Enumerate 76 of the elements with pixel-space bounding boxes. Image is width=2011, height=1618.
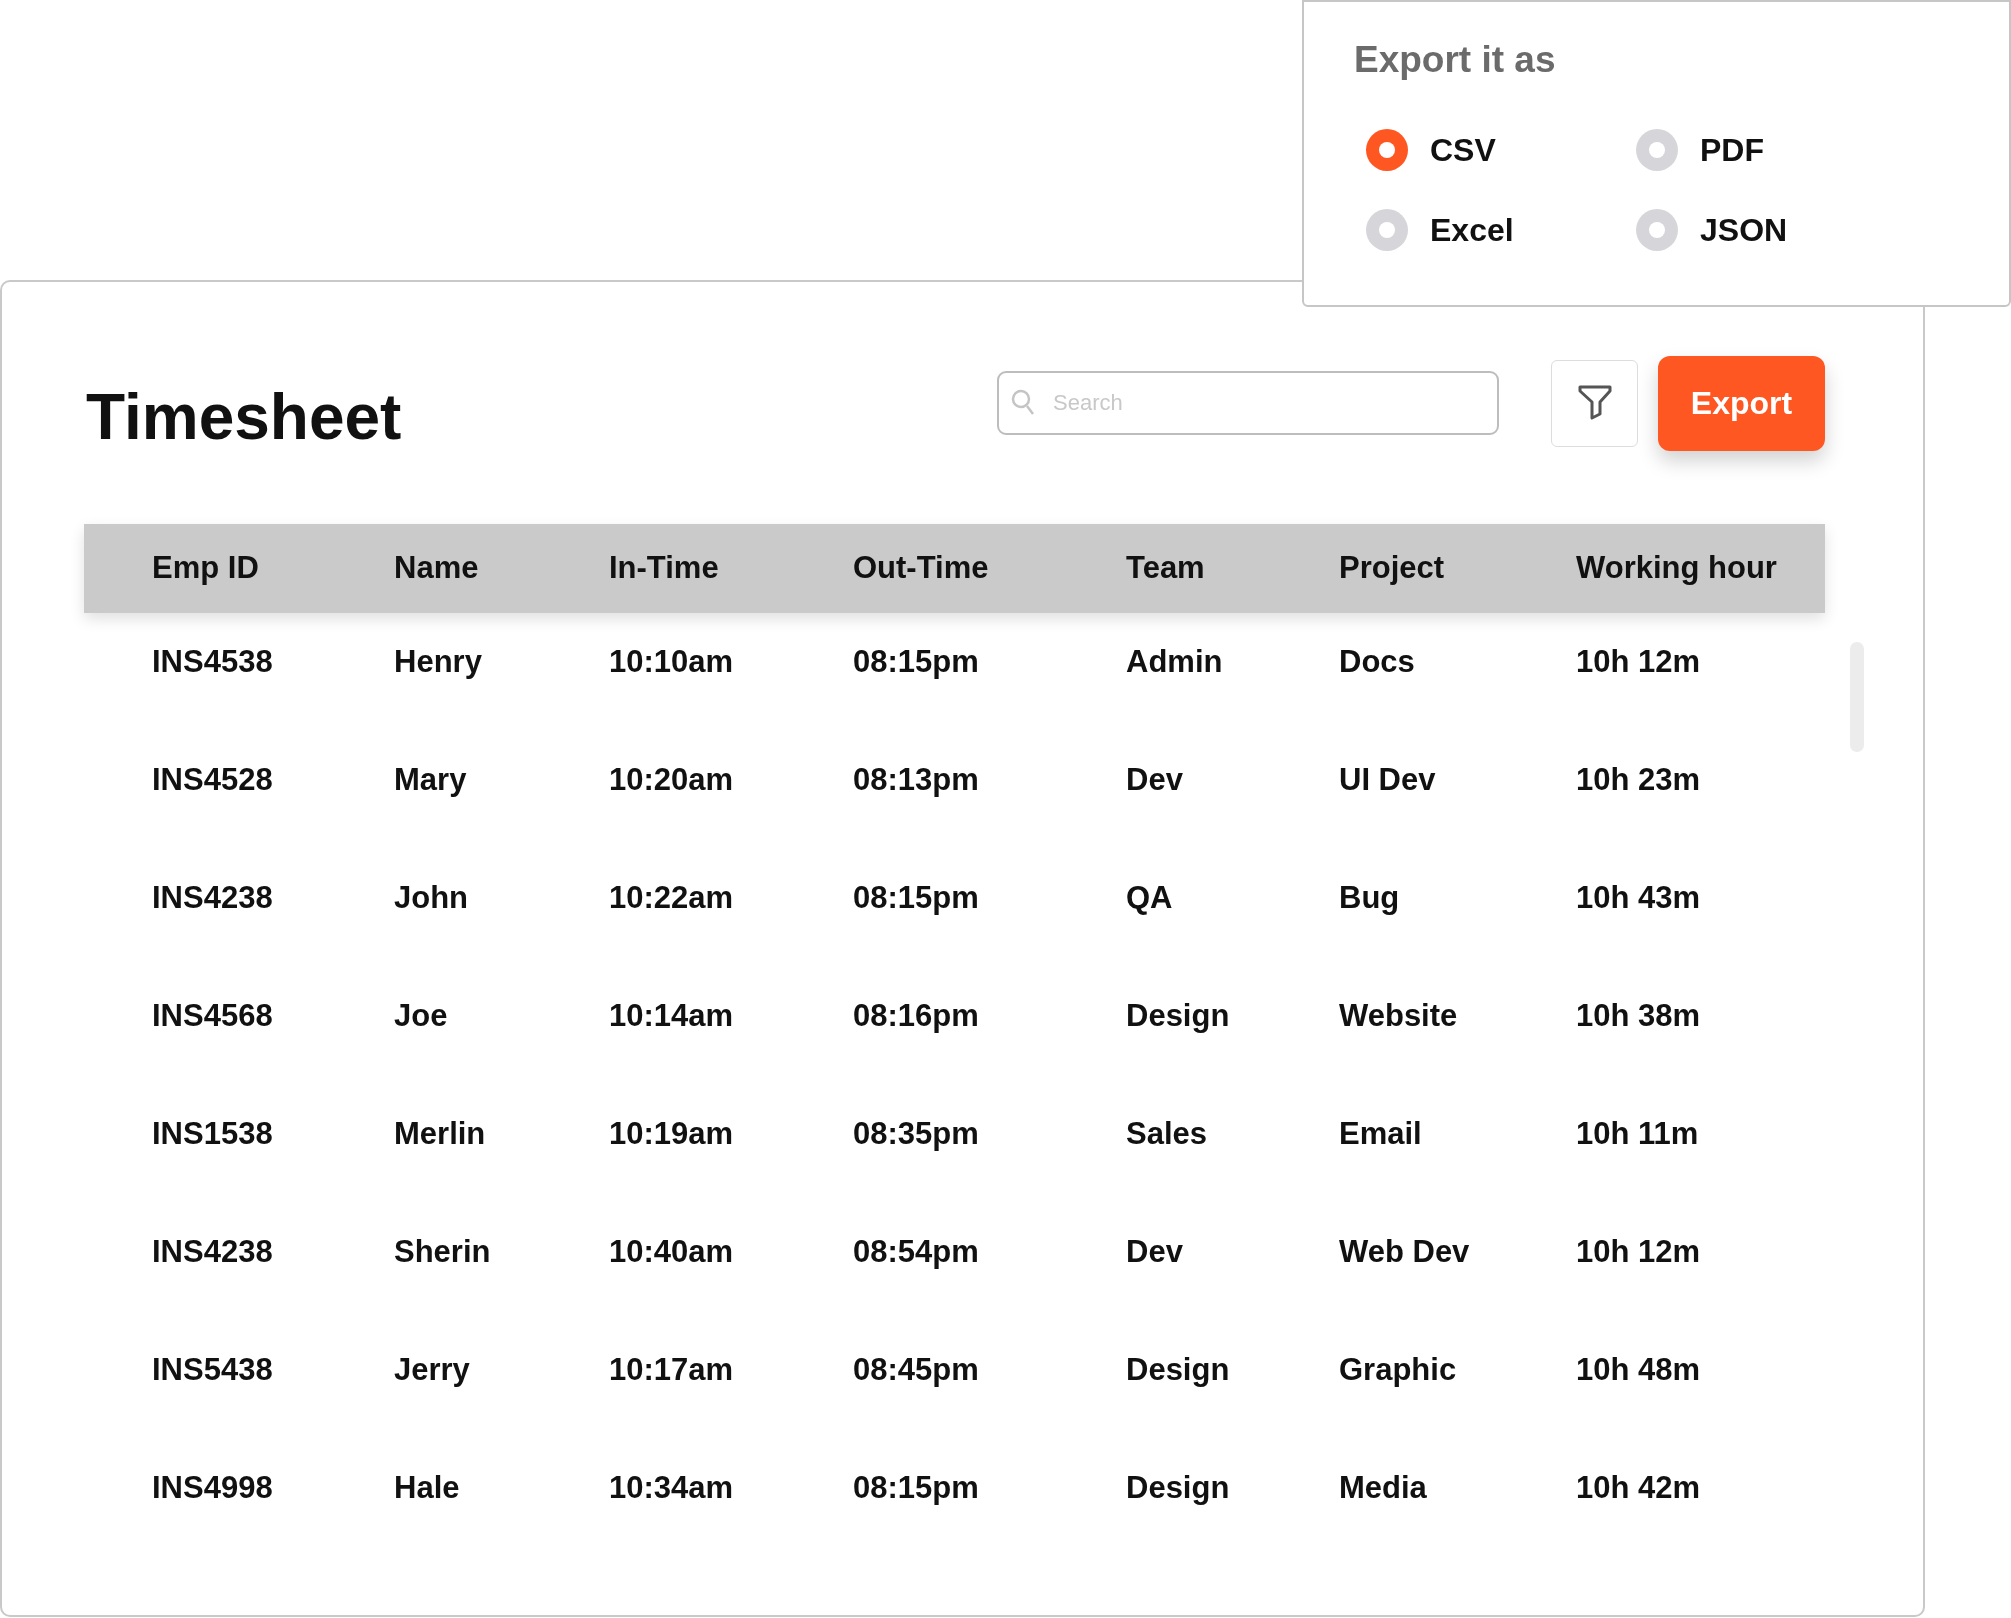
table-cell-text: Graphic [1339, 1350, 1458, 1389]
table-cell-text: 10h 12m [1576, 1232, 1702, 1271]
table-cell-text: Dev [1126, 1232, 1184, 1271]
table-cell-text: 08:15pm [853, 1468, 980, 1507]
table-cell-text: 10:20am [609, 760, 735, 799]
column-header: Team [1126, 549, 1206, 588]
table-cell-text: INS4528 [152, 760, 274, 799]
table-cell-text: 10h 42m [1576, 1468, 1702, 1507]
table-cell-text: 08:35pm [853, 1114, 980, 1153]
table-cell-text: 10:40am [609, 1232, 735, 1271]
radio-button[interactable] [1366, 208, 1408, 251]
table-cell-text: 10h 38m [1576, 996, 1702, 1035]
column-header: Out-Time [853, 549, 990, 588]
option-label[interactable]: CSV [1430, 125, 1496, 174]
table-cell-text: Website [1339, 996, 1459, 1035]
table-cell-text: 10h 48m [1576, 1350, 1702, 1389]
table-cell-text: 08:15pm [853, 642, 980, 681]
table-cell-text: UI Dev [1339, 760, 1437, 799]
radio-button[interactable] [1636, 128, 1678, 171]
table-cell-text: 10:10am [609, 642, 735, 681]
table-cell-text: Design [1126, 1350, 1231, 1389]
table-cell-text: 10h 12m [1576, 642, 1702, 681]
option-label[interactable]: PDF [1700, 125, 1764, 174]
table-cell-text: Design [1126, 1468, 1231, 1507]
table-cell-text: Sales [1126, 1114, 1208, 1153]
page-title: Timesheet [86, 379, 402, 455]
column-header: Name [394, 549, 480, 588]
table-cell-text: Hale [394, 1468, 461, 1507]
option-label[interactable]: Excel [1430, 205, 1514, 254]
table-cell-text: Media [1339, 1468, 1428, 1507]
table-cell-text: Sherin [394, 1232, 492, 1271]
table-cell-text: INS4238 [152, 878, 274, 917]
table-cell-text: Docs [1339, 642, 1416, 681]
table-cell-text: 08:15pm [853, 878, 980, 917]
table-cell-text: INS1538 [152, 1114, 274, 1153]
table-cell-text: 10h 23m [1576, 760, 1702, 799]
column-header: Emp ID [152, 549, 260, 588]
table-cell-text: Mary [394, 760, 468, 799]
table-cell-text: Jerry [394, 1350, 471, 1389]
table-cell-text: INS4998 [152, 1468, 274, 1507]
column-header: Working hour [1576, 549, 1778, 588]
popup-title: Export it as [1354, 38, 1557, 82]
table-cell-text: INS4538 [152, 642, 274, 681]
table-cell-text: 08:54pm [853, 1232, 980, 1271]
table-cell-text: QA [1126, 878, 1174, 917]
search-icon [1011, 389, 1035, 417]
table-cell-text: 10:34am [609, 1468, 735, 1507]
table-cell-text: Dev [1126, 760, 1184, 799]
table-cell-text: 10:22am [609, 878, 735, 917]
column-header: In-Time [609, 549, 720, 588]
table-cell-text: 10:17am [609, 1350, 735, 1389]
table-cell-text: Joe [394, 996, 449, 1035]
table-cell-text: Henry [394, 642, 483, 681]
table-cell-text: INS5438 [152, 1350, 274, 1389]
table-cell-text: Admin [1126, 642, 1224, 681]
table-cell-text: Bug [1339, 878, 1401, 917]
radio-button[interactable] [1366, 128, 1408, 171]
table-cell-text: 08:13pm [853, 760, 980, 799]
table-cell-text: 08:16pm [853, 996, 980, 1035]
table-cell-text: 08:45pm [853, 1350, 980, 1389]
table-cell-text: John [394, 878, 470, 917]
table-cell-text: 10h 43m [1576, 878, 1702, 917]
table-cell-text: Email [1339, 1114, 1423, 1153]
table-cell-text: 10:19am [609, 1114, 735, 1153]
option-label[interactable]: JSON [1700, 205, 1788, 254]
table-cell-text: INS4238 [152, 1232, 274, 1271]
radio-button[interactable] [1636, 208, 1678, 251]
table-cell-text: Web Dev [1339, 1232, 1471, 1271]
table-cell-text: 10:14am [609, 996, 735, 1035]
table-cell-text: 10h 11m [1576, 1114, 1700, 1153]
table-cell-text: INS4568 [152, 996, 274, 1035]
table-cell-text: Merlin [394, 1114, 487, 1153]
filter-button[interactable] [1551, 359, 1638, 447]
column-header: Project [1339, 549, 1446, 588]
table-cell-text: Design [1126, 996, 1231, 1035]
filter-icon [1576, 384, 1613, 422]
